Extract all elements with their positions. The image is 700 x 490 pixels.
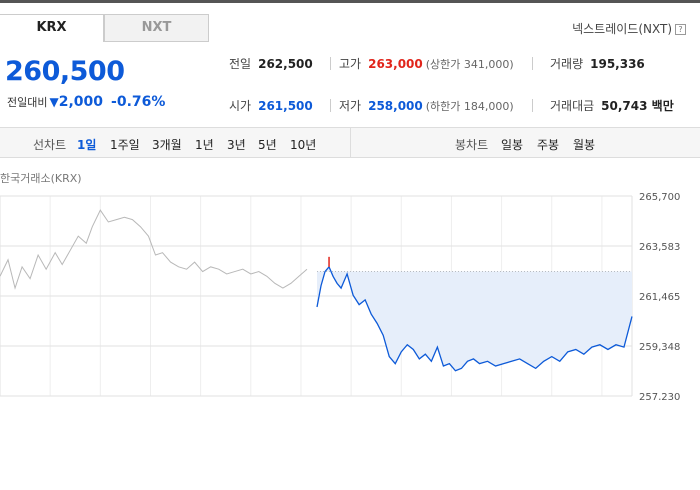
- period-1w[interactable]: 1주일: [110, 136, 140, 153]
- period-3m[interactable]: 3개월: [152, 136, 182, 153]
- help-icon[interactable]: ?: [675, 24, 686, 35]
- divider: [330, 99, 331, 112]
- stat-value: 195,336: [590, 57, 645, 71]
- stat-turnover: 거래대금 50,743 백만: [550, 97, 674, 114]
- divider: [330, 57, 331, 70]
- top-rule: [0, 0, 700, 3]
- tab-nxt[interactable]: NXT: [104, 14, 209, 42]
- period-1y[interactable]: 1년: [195, 136, 214, 153]
- exchange-label: 한국거래소(KRX): [0, 172, 82, 185]
- stat-open: 시가 261,500: [229, 97, 313, 114]
- y-tick-label: 265,700: [639, 192, 680, 203]
- change-label: 전일대비: [7, 96, 48, 109]
- change-amount: 2,000: [58, 94, 104, 110]
- y-tick-label: 263,583: [639, 242, 680, 253]
- stat-value: 261,500: [258, 99, 313, 113]
- nxt-info-label[interactable]: 넥스트레이드(NXT): [572, 22, 672, 36]
- divider: [532, 57, 533, 70]
- price-change: 전일대비 ▼2,000 -0.76%: [7, 94, 165, 110]
- down-triangle-icon: ▼: [49, 95, 59, 109]
- lower-limit: (하한가 184,000): [425, 100, 514, 113]
- stat-value: 262,500: [258, 57, 313, 71]
- y-tick-label: 257,230: [639, 392, 680, 400]
- current-price: 260,500: [5, 56, 125, 87]
- period-3y[interactable]: 3년: [227, 136, 246, 153]
- period-monthly-candle[interactable]: 월봉: [573, 136, 595, 153]
- stat-value: 258,000: [368, 99, 423, 113]
- period-daily-candle[interactable]: 일봉: [501, 136, 523, 153]
- stat-label: 고가: [339, 57, 362, 71]
- bar-divider: [350, 128, 351, 157]
- stat-high: 고가 263,000 (상한가 341,000): [339, 55, 514, 72]
- stat-label: 거래량: [550, 57, 584, 71]
- divider: [532, 99, 533, 112]
- intraday-price-chart[interactable]: 265,700 263,583 261,465 259,348 257,230: [0, 190, 700, 400]
- stat-prev-close: 전일 262,500: [229, 55, 313, 72]
- stat-label: 거래대금: [550, 99, 595, 113]
- chart-period-bar: 선차트 1일 1주일 3개월 1년 3년 5년 10년 봉차트 일봉 주봉 월봉: [0, 127, 700, 158]
- period-weekly-candle[interactable]: 주봉: [537, 136, 559, 153]
- stat-volume: 거래량 195,336: [550, 55, 645, 72]
- below-close-fill: [317, 266, 632, 371]
- tab-krx[interactable]: KRX: [0, 14, 104, 42]
- period-10y[interactable]: 10년: [290, 136, 316, 153]
- nxt-info-link[interactable]: 넥스트레이드(NXT)?: [572, 20, 686, 37]
- stat-label: 전일: [229, 57, 252, 71]
- upper-limit: (상한가 341,000): [425, 58, 514, 71]
- candle-chart-label: 봉차트: [455, 138, 489, 152]
- y-tick-label: 261,465: [639, 292, 680, 303]
- stat-label: 저가: [339, 99, 362, 113]
- line-chart-label: 선차트: [33, 138, 67, 152]
- previous-day-price-line: [0, 209, 308, 290]
- period-5y[interactable]: 5년: [258, 136, 277, 153]
- stat-low: 저가 258,000 (하한가 184,000): [339, 97, 514, 114]
- y-tick-label: 259,348: [639, 342, 680, 353]
- stat-value: 50,743 백만: [601, 99, 674, 113]
- stat-value: 263,000: [368, 57, 423, 71]
- stat-label: 시가: [229, 99, 252, 113]
- change-percent: -0.76%: [111, 94, 166, 110]
- period-1d[interactable]: 1일: [77, 136, 96, 153]
